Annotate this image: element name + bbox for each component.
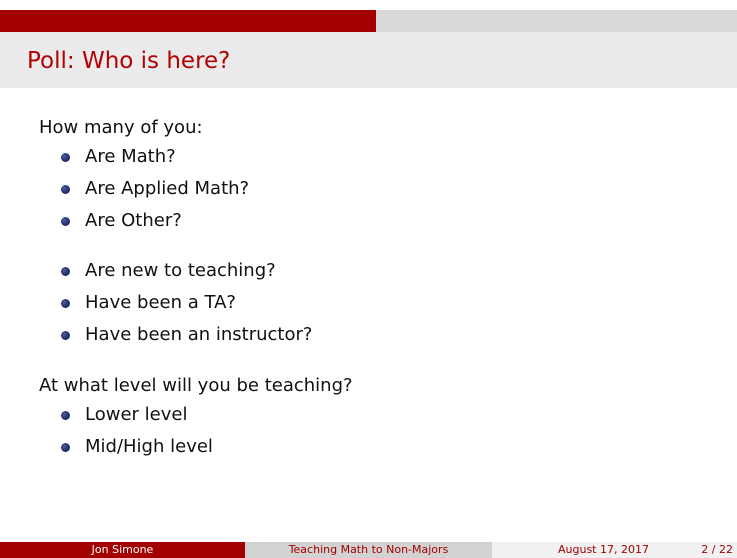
footer-author: Jon Simone [0, 542, 245, 558]
bullet-icon [61, 153, 70, 162]
list-item: Are Math? [39, 141, 699, 173]
page-number: 2 / 22 [701, 543, 733, 556]
footer-meta: August 17, 2017 2 / 22 [492, 542, 737, 558]
bullet-list-level: Lower level Mid/High level [39, 399, 699, 463]
list-gap [39, 237, 699, 255]
bullet-icon [61, 185, 70, 194]
list-item-label: Have been an instructor? [85, 324, 313, 345]
list-item: Lower level [39, 399, 699, 431]
intro-heading: How many of you: [39, 117, 203, 138]
list-item-label: Have been a TA? [85, 292, 236, 313]
bullet-icon [61, 299, 70, 308]
bullet-icon [61, 267, 70, 276]
list-item-label: Are Applied Math? [85, 178, 250, 199]
list-item-label: Are new to teaching? [85, 260, 276, 281]
list-item: Have been a TA? [39, 287, 699, 319]
list-item: Are Other? [39, 205, 699, 237]
progress-fill [0, 10, 376, 32]
author-name: Jon Simone [91, 543, 154, 556]
list-item-label: Are Math? [85, 146, 176, 167]
bullet-icon [61, 217, 70, 226]
list-gap [39, 351, 699, 373]
bullet-icon [61, 411, 70, 420]
bullet-list-experience: Are new to teaching? Have been a TA? Hav… [39, 255, 699, 351]
bullet-icon [61, 331, 70, 340]
list-item-label: Are Other? [85, 210, 182, 231]
list-item: Are new to teaching? [39, 255, 699, 287]
progress-bar [0, 10, 737, 32]
slide-title: Poll: Who is here? [27, 48, 231, 74]
bullet-list-background: Are Math? Are Applied Math? Are Other? [39, 141, 699, 237]
list-item: Are Applied Math? [39, 173, 699, 205]
footer-talk-title: Teaching Math to Non-Majors [245, 542, 492, 558]
bullet-icon [61, 443, 70, 452]
footer-date: August 17, 2017 [558, 543, 649, 556]
list-item-label: Mid/High level [85, 436, 213, 457]
list-item: Mid/High level [39, 431, 699, 463]
slide-footer: Jon Simone Teaching Math to Non-Majors A… [0, 542, 737, 558]
list-item-label: Lower level [85, 404, 188, 425]
level-heading: At what level will you be teaching? [39, 375, 353, 396]
list-item: Have been an instructor? [39, 319, 699, 351]
slide-content: How many of you: Are Math? Are Applied M… [39, 115, 699, 463]
talk-title: Teaching Math to Non-Majors [288, 543, 449, 556]
